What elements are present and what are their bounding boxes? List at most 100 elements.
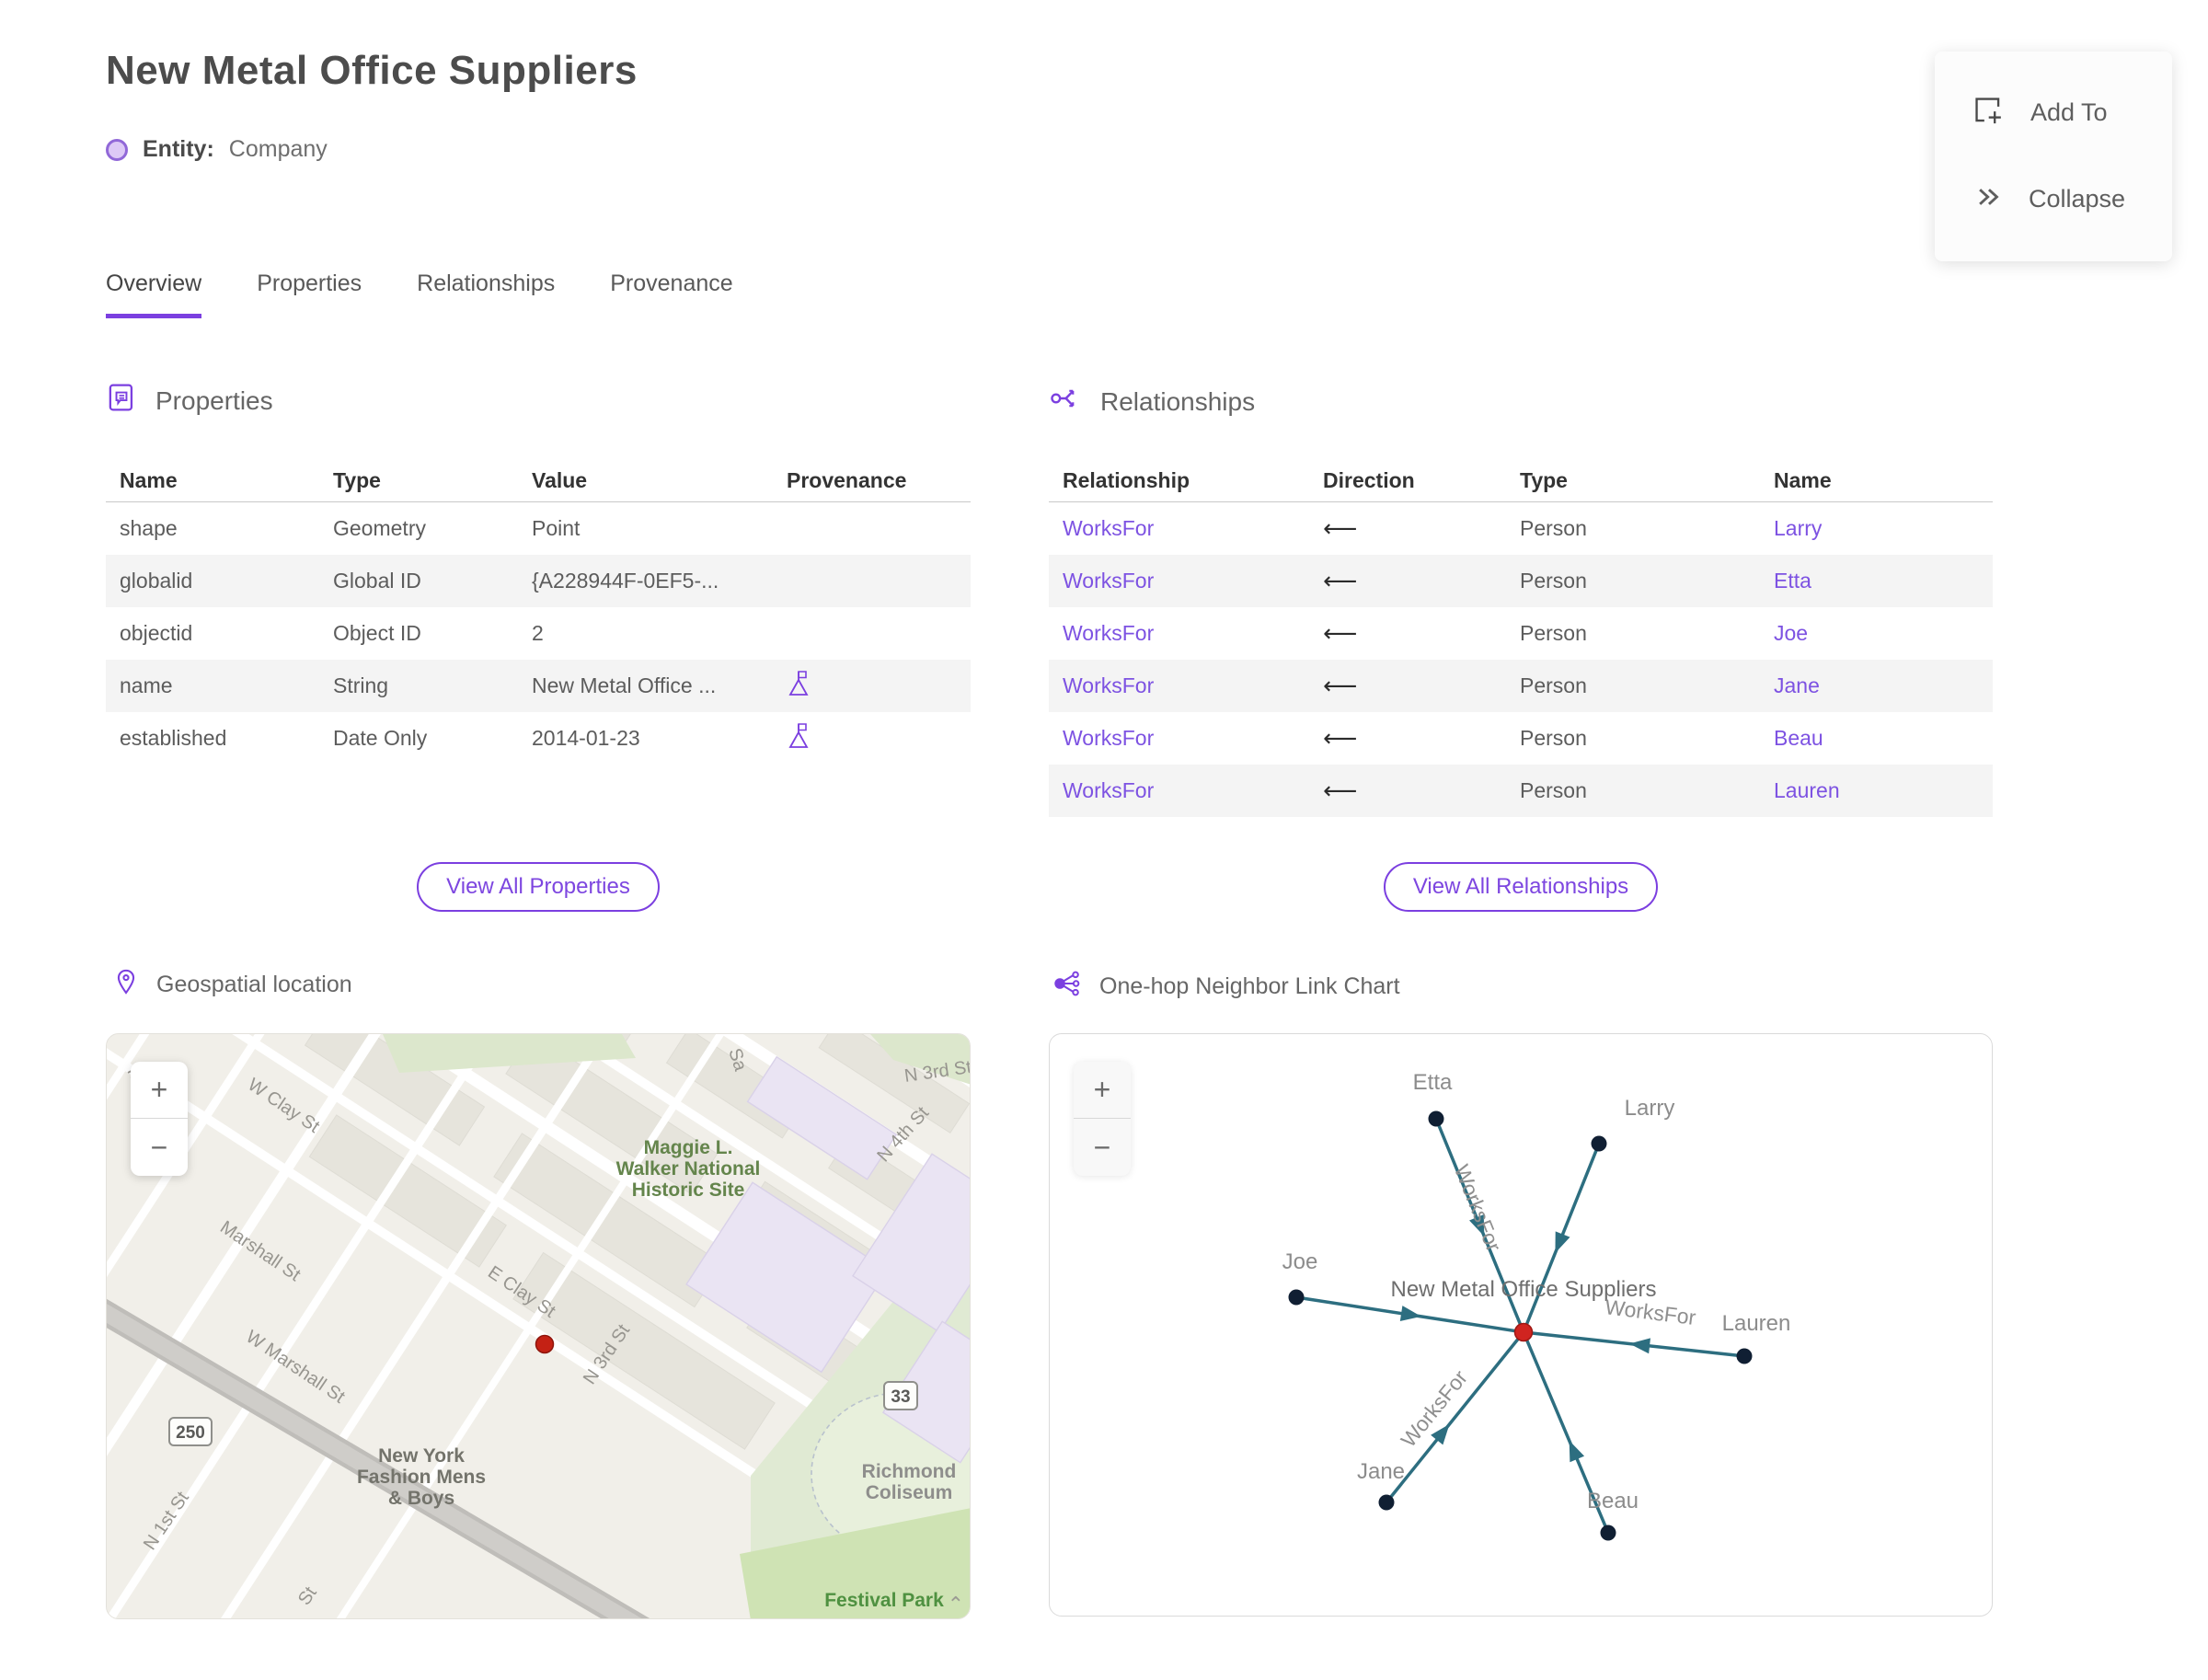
related-entity-type: Person <box>1520 569 1587 593</box>
property-type: Object ID <box>333 621 421 645</box>
map-attribution-toggle[interactable]: ⌃ <box>948 1593 964 1617</box>
column-header-name: Name <box>120 468 178 492</box>
related-entity-link[interactable]: Joe <box>1760 621 1993 646</box>
collapse-label: Collapse <box>2029 185 2126 213</box>
entity-type-icon <box>106 138 128 161</box>
property-row-objectid: objectid Object ID 2 <box>106 607 971 660</box>
property-type: Date Only <box>333 726 428 750</box>
edge-arrowhead <box>1399 1306 1421 1321</box>
relationship-link[interactable]: WorksFor <box>1049 621 1309 646</box>
node-jane[interactable] <box>1378 1494 1395 1511</box>
entity-type-value: Company <box>228 136 328 162</box>
property-type: Global ID <box>333 569 421 593</box>
relationship-link[interactable]: WorksFor <box>1049 569 1309 593</box>
related-entity-link[interactable]: Jane <box>1760 673 1993 698</box>
related-entity-link[interactable]: Larry <box>1760 516 1993 541</box>
node-joe[interactable] <box>1288 1289 1305 1306</box>
onehop-title: One-hop Neighbor Link Chart <box>1099 973 1400 999</box>
provenance-flag-icon[interactable] <box>773 721 971 755</box>
edge-WorksFor-Jane[interactable] <box>1385 1330 1525 1504</box>
properties-section-title: Properties <box>155 385 273 415</box>
property-name: objectid <box>120 621 193 645</box>
related-entity-type: Person <box>1520 673 1587 697</box>
relationship-link[interactable]: WorksFor <box>1049 778 1309 803</box>
add-to-button[interactable]: Add To <box>1935 77 2172 148</box>
node-label-joe: Joe <box>1282 1249 1318 1274</box>
direction-arrow: ⟵ <box>1323 724 1358 753</box>
relationships-section-title: Relationships <box>1100 386 1256 416</box>
relationship-link[interactable]: WorksFor <box>1049 673 1309 698</box>
chart-zoom-in-button[interactable]: + <box>1074 1062 1131 1119</box>
geospatial-map[interactable]: k RdW Clay StSaMarshall StW Marshall StE… <box>106 1033 971 1619</box>
relationship-link[interactable]: WorksFor <box>1049 726 1309 751</box>
svg-text:33: 33 <box>891 1387 910 1407</box>
relationships-section-header: Relationships <box>1049 382 1993 421</box>
node-lauren[interactable] <box>1736 1348 1753 1364</box>
tab-overview[interactable]: Overview <box>106 270 202 318</box>
add-to-icon <box>1972 94 2005 132</box>
relationship-row-jane: WorksFor ⟵ Person Jane <box>1049 660 1993 712</box>
edge-label-worksfor: WorksFor <box>1604 1295 1697 1329</box>
property-name: globalid <box>120 569 193 593</box>
column-header-relationship: Relationship <box>1063 468 1190 492</box>
relationships-table: Relationship Direction Type Name WorksFor ⟵ P… <box>1049 460 1993 817</box>
collapse-button[interactable]: Collapse <box>1935 165 2172 234</box>
properties-table: Name Type Value Provenance shape Geometry Poi… <box>106 460 971 765</box>
map-location-marker <box>535 1334 555 1354</box>
direction-arrow: ⟵ <box>1323 619 1358 648</box>
column-header-provenance: Provenance <box>787 468 907 492</box>
view-all-relationships-button[interactable]: View All Relationships <box>1383 862 1659 912</box>
tab-properties[interactable]: Properties <box>257 270 362 318</box>
tab-relationships[interactable]: Relationships <box>417 270 555 318</box>
node-label-lauren: Lauren <box>1722 1311 1791 1336</box>
map-place-label: Richmond Coliseum <box>862 1461 957 1503</box>
relationship-row-etta: WorksFor ⟵ Person Etta <box>1049 555 1993 607</box>
relationship-row-larry: WorksFor ⟵ Person Larry <box>1049 502 1993 555</box>
node-label-etta: Etta <box>1413 1070 1453 1095</box>
action-panel: Add To Collapse <box>1935 52 2172 261</box>
node-label-larry: Larry <box>1625 1096 1675 1121</box>
route-shield-33: 33 <box>883 1381 918 1410</box>
direction-arrow: ⟵ <box>1323 514 1358 543</box>
related-entity-type: Person <box>1520 726 1587 750</box>
link-chart-canvas: EttaLarryJoeLaurenJaneBeauNew Metal Offi… <box>1282 1070 1791 1541</box>
properties-icon <box>106 382 137 420</box>
property-value: 2 <box>532 621 544 645</box>
node-label-beau: Beau <box>1587 1489 1639 1513</box>
chart-zoom-control: + − <box>1074 1062 1131 1176</box>
view-all-properties-button[interactable]: View All Properties <box>417 862 660 912</box>
direction-arrow: ⟵ <box>1323 672 1358 700</box>
svg-text:250: 250 <box>176 1423 205 1443</box>
property-type: String <box>333 673 389 697</box>
relationships-table-body: WorksFor ⟵ Person Larry WorksFor ⟵ Person Etta W… <box>1049 502 1993 817</box>
property-value: 2014-01-23 <box>532 726 640 750</box>
provenance-flag-icon[interactable] <box>773 669 971 703</box>
properties-section: Properties Name Type Value Provenance shape… <box>106 382 971 971</box>
relationship-link[interactable]: WorksFor <box>1049 516 1309 541</box>
relationships-icon <box>1049 382 1082 421</box>
property-value: New Metal Office ... <box>532 673 717 697</box>
node-beau[interactable] <box>1600 1525 1616 1541</box>
chart-zoom-out-button[interactable]: − <box>1074 1119 1131 1176</box>
entity-label: Entity: <box>143 136 214 162</box>
related-entity-link[interactable]: Etta <box>1760 569 1993 593</box>
collapse-icon <box>1972 181 2003 217</box>
geospatial-title: Geospatial location <box>156 972 352 997</box>
properties-table-header: Name Type Value Provenance <box>106 460 971 502</box>
property-name: established <box>120 726 227 750</box>
node-larry[interactable] <box>1591 1135 1607 1152</box>
map-zoom-out-button[interactable]: − <box>131 1119 188 1176</box>
add-to-label: Add To <box>2030 98 2108 126</box>
edge-label-worksfor: WorksFor <box>1450 1161 1506 1255</box>
relationship-row-joe: WorksFor ⟵ Person Joe <box>1049 607 1993 660</box>
tab-provenance[interactable]: Provenance <box>610 270 732 318</box>
node-etta[interactable] <box>1428 1110 1444 1127</box>
map-canvas: k RdW Clay StSaMarshall StW Marshall StE… <box>107 1034 970 1618</box>
onehop-link-chart[interactable]: Etta Larry Joe Lauren Jane Beau New Metal Offi… <box>1049 1033 1993 1617</box>
column-header-direction: Direction <box>1323 468 1415 492</box>
related-entity-link[interactable]: Beau <box>1760 726 1993 751</box>
related-entity-link[interactable]: Lauren <box>1760 778 1993 803</box>
map-zoom-in-button[interactable]: + <box>131 1062 188 1119</box>
node-center-company[interactable] <box>1513 1322 1534 1342</box>
edge-arrowhead <box>1555 1231 1570 1253</box>
